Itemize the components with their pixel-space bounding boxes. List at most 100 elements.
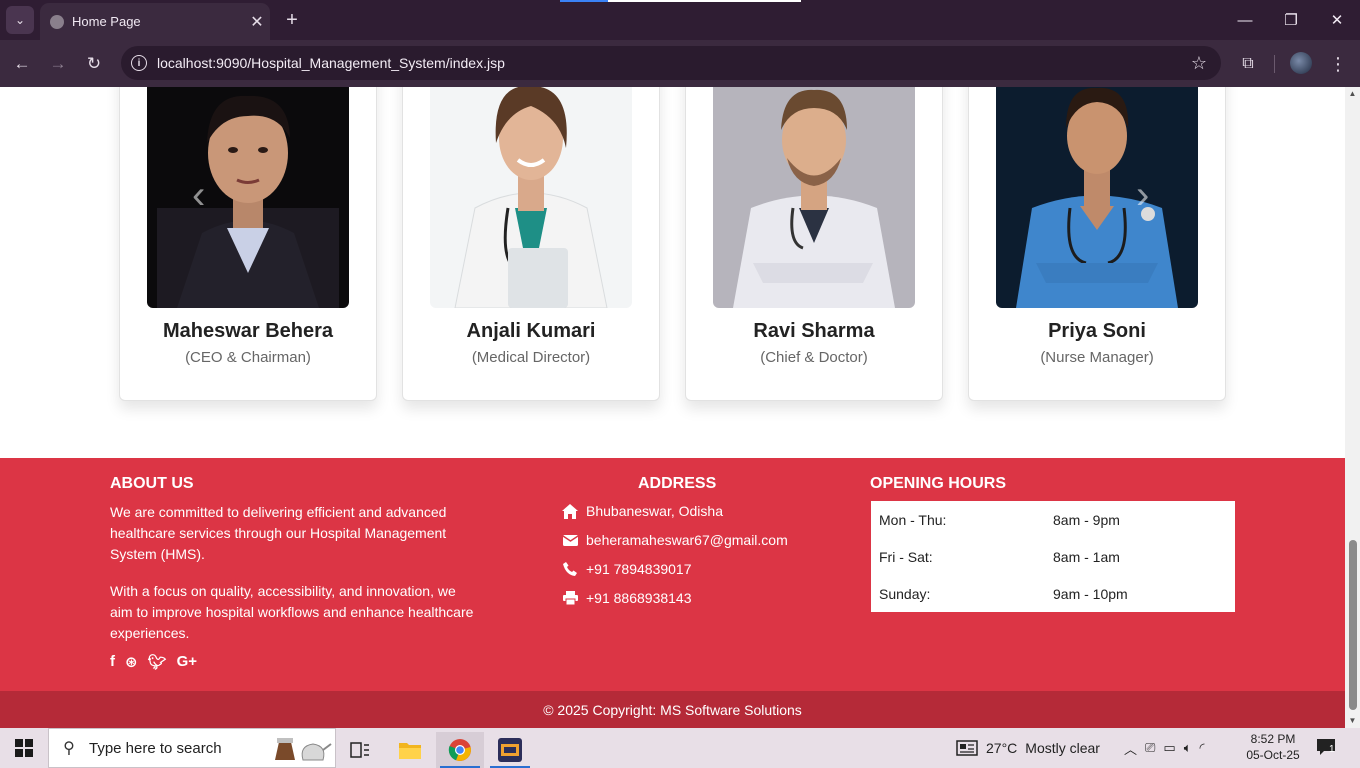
browser-tab-active[interactable]: Home Page ✕ [40,3,270,40]
address-phone: +91 7894839017 [562,561,692,577]
minimize-button[interactable]: — [1222,0,1268,40]
home-icon [562,503,578,519]
file-explorer-button[interactable] [386,732,434,768]
new-tab-button[interactable]: + [280,8,304,32]
carousel-prev-icon[interactable]: ‹ [192,173,205,218]
email-link[interactable]: beheramaheswar67@gmail.com [586,532,788,548]
team-photo: › [996,87,1198,308]
scroll-down-arrow-icon[interactable]: ▼ [1345,716,1360,726]
hours-row: Fri - Sat: 8am - 1am [871,538,1235,575]
team-card: ‹ Maheswar Behera (CEO & Chairman) [119,87,377,401]
battery-icon[interactable]: ▭ [1163,740,1175,756]
carousel-next-icon[interactable]: › [1136,173,1149,218]
hours-day: Fri - Sat: [879,548,933,565]
close-window-button[interactable]: ✕ [1314,0,1360,40]
team-member-name: Anjali Kumari [466,320,596,342]
facebook-icon[interactable]: f [110,653,115,671]
scroll-thumb[interactable] [1349,540,1357,710]
team-member-role: (CEO & Chairman) [185,349,311,366]
hours-time: 9am - 10pm [1053,585,1128,602]
meet-now-icon[interactable]: ⎚ [1145,740,1155,756]
search-placeholder: Type here to search [89,739,222,757]
browser-menu-icon[interactable]: ⋮ [1328,52,1348,76]
address-toolbar: ← → ↻ i localhost:9090/Hospital_Manageme… [0,40,1360,87]
taskbar-search[interactable]: ⚲ Type here to search [48,728,336,768]
extensions-icon[interactable]: ⧉ [1236,52,1260,76]
profile-avatar[interactable] [1290,52,1312,74]
hours-day: Mon - Thu: [879,511,947,528]
dribbble-icon[interactable]: ⊛ [125,653,138,671]
about-heading: ABOUT US [110,475,194,492]
start-button[interactable] [0,728,48,768]
loading-indicator [560,0,608,2]
loading-indicator-track [608,0,801,2]
address-heading: ADDRESS [638,475,717,492]
team-member-role: (Chief & Doctor) [760,349,868,366]
weather-temp: 27°C [986,740,1018,756]
phone-icon [562,561,578,577]
envelope-icon [562,532,578,548]
bookmark-star-icon[interactable]: ☆ [1191,53,1207,74]
chrome-icon [448,739,471,761]
close-tab-icon[interactable]: ✕ [244,12,270,32]
hours-day: Sunday: [879,585,931,602]
weather-news-icon [956,740,978,756]
about-paragraph: With a focus on quality, accessibility, … [110,583,474,641]
hours-row: Sunday: 9am - 10pm [871,575,1235,612]
print-icon [562,590,578,606]
address-bar[interactable]: i localhost:9090/Hospital_Management_Sys… [121,46,1221,80]
browser-tab-strip: ⌄ Home Page ✕ + — ❐ ✕ [0,0,1360,40]
team-card: Anjali Kumari (Medical Director) [402,87,660,401]
team-member-name: Ravi Sharma [753,320,875,342]
forward-button[interactable]: → [44,50,72,78]
toolbar-divider [1274,55,1275,73]
clock-time: 8:52 PM [1250,732,1296,746]
team-card: › Priya Soni (Nurse Manager) [968,87,1226,401]
restore-button[interactable]: ❐ [1268,0,1314,40]
ide-taskbar-button[interactable] [486,732,534,768]
weather-desc: Mostly clear [1025,740,1100,756]
team-member-name: Priya Soni [1048,320,1146,342]
notification-count: 1 [1329,744,1335,755]
google-plus-icon[interactable]: G+ [177,653,197,671]
team-photo [713,87,915,308]
team-photo: ‹ [147,87,349,308]
system-tray: ︿ ⎚ ▭ 🔈︎ ◜ [1124,728,1205,768]
back-button[interactable]: ← [8,50,36,78]
phone-text: +91 7894839017 [586,561,692,577]
site-info-icon[interactable]: i [131,55,147,71]
address-location: Bhubaneswar, Odisha [562,503,723,519]
copyright-bar: © 2025 Copyright: MS Software Solutions [0,691,1345,728]
scroll-up-arrow-icon[interactable]: ▲ [1345,89,1360,99]
volume-icon[interactable]: 🔈︎ [1184,740,1192,756]
page-scrollbar[interactable]: ▲ ▼ [1345,87,1360,728]
team-card: Ravi Sharma (Chief & Doctor) [685,87,943,401]
fax-text: +91 8868938143 [586,590,692,606]
task-view-button[interactable] [336,732,384,768]
ide-app-icon [498,738,522,762]
chrome-taskbar-button[interactable] [436,732,484,768]
weather-widget[interactable]: 27°C Mostly clear [956,728,1100,768]
social-links: f ⊛ 🐦︎ G+ [110,653,197,671]
about-paragraph: We are committed to delivering efficient… [110,504,447,562]
team-photo [430,87,632,308]
location-text: Bhubaneswar, Odisha [586,503,723,519]
chevron-up-icon[interactable]: ︿ [1124,739,1137,758]
opening-hours-table: Mon - Thu: 8am - 9pm Fri - Sat: 8am - 1a… [871,501,1235,612]
url-text[interactable]: localhost:9090/Hospital_Management_Syste… [157,55,1191,71]
hours-time: 8am - 9pm [1053,511,1120,528]
wifi-icon[interactable]: ◜ [1200,740,1205,756]
folder-icon [399,743,421,759]
twitter-icon[interactable]: 🐦︎ [148,653,167,671]
windows-logo-icon [15,739,33,757]
reload-button[interactable]: ↻ [80,50,108,78]
notification-center-button[interactable]: 1 [1316,738,1338,758]
windows-taskbar: ⚲ Type here to search 27°C Mostly clear … [0,728,1360,768]
search-highlight-illustration-icon [275,738,332,761]
address-email: beheramaheswar67@gmail.com [562,532,788,548]
tab-search-button[interactable]: ⌄ [6,6,34,34]
taskbar-clock[interactable]: 8:52 PM 05-Oct-25 [1240,731,1306,763]
team-member-role: (Nurse Manager) [1040,349,1154,366]
hours-time: 8am - 1am [1053,548,1120,565]
clock-date: 05-Oct-25 [1246,748,1300,762]
